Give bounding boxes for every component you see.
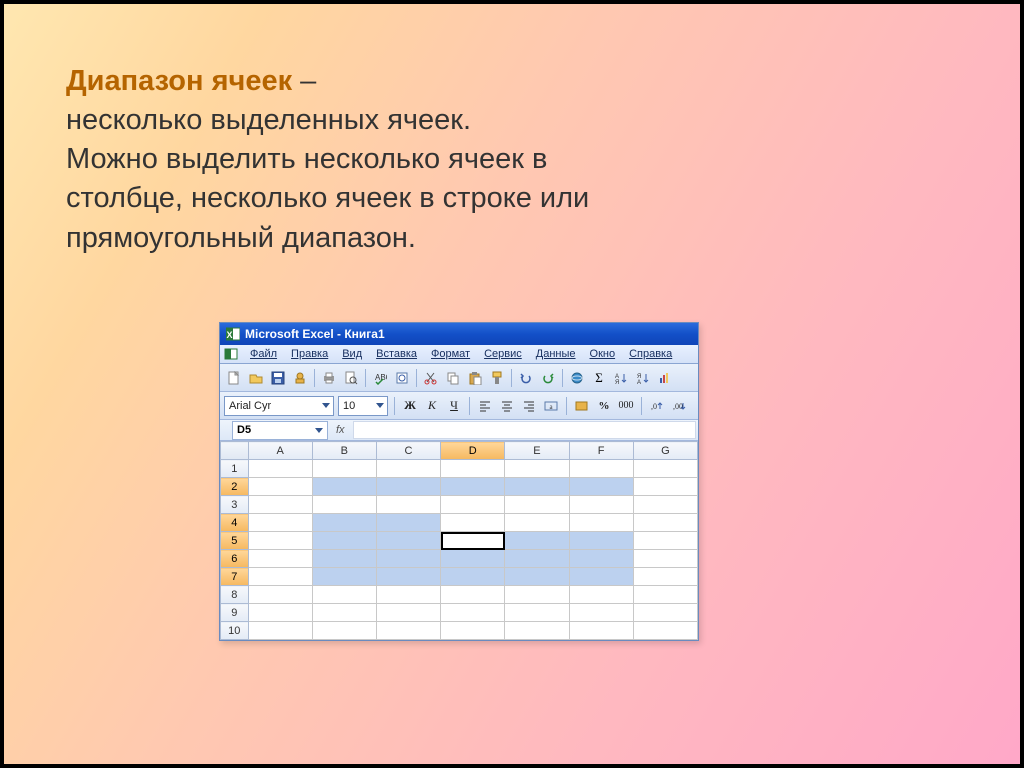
svg-text:X: X xyxy=(226,330,232,340)
save-button[interactable] xyxy=(268,368,288,388)
sort-desc-button[interactable]: ЯA xyxy=(633,368,653,388)
titlebar: X Microsoft Excel - Книга1 xyxy=(220,323,698,345)
separator xyxy=(641,397,642,415)
menu-file[interactable]: Файл xyxy=(244,347,283,361)
currency-button[interactable] xyxy=(573,397,591,415)
separator xyxy=(562,369,563,387)
comma-style-button[interactable]: 000 xyxy=(617,397,635,415)
italic-button[interactable]: К xyxy=(423,397,441,415)
print-button[interactable] xyxy=(319,368,339,388)
row-header-2[interactable]: 2 xyxy=(221,478,249,496)
percent-button[interactable]: % xyxy=(595,397,613,415)
bold-button[interactable]: Ж xyxy=(401,397,419,415)
decrease-decimal-button[interactable]: ,00 xyxy=(670,397,688,415)
menu-insert[interactable]: Вставка xyxy=(370,347,423,361)
row-header-10[interactable]: 10 xyxy=(221,622,249,640)
fx-icon[interactable]: fx xyxy=(330,424,351,436)
undo-button[interactable] xyxy=(516,368,536,388)
separator xyxy=(416,369,417,387)
autosum-button[interactable]: Σ xyxy=(589,368,609,388)
permissions-button[interactable] xyxy=(290,368,310,388)
row-header-3[interactable]: 3 xyxy=(221,496,249,514)
active-cell[interactable] xyxy=(441,532,505,550)
col-header-C[interactable]: C xyxy=(376,442,440,460)
row-header-8[interactable]: 8 xyxy=(221,586,249,604)
col-header-B[interactable]: B xyxy=(312,442,376,460)
format-painter-button[interactable] xyxy=(487,368,507,388)
redo-button[interactable] xyxy=(538,368,558,388)
separator xyxy=(394,397,395,415)
name-box[interactable]: D5 xyxy=(232,421,328,440)
formula-bar[interactable] xyxy=(353,421,696,439)
sort-asc-button[interactable]: AЯ xyxy=(611,368,631,388)
paste-button[interactable] xyxy=(465,368,485,388)
separator xyxy=(566,397,567,415)
term: Диапазон ячеек xyxy=(66,65,292,97)
spell-check-button[interactable]: ABC xyxy=(370,368,390,388)
col-header-E[interactable]: E xyxy=(505,442,569,460)
workbook-icon xyxy=(224,347,238,361)
col-header-A[interactable]: A xyxy=(248,442,312,460)
increase-decimal-button[interactable]: ,0 xyxy=(648,397,666,415)
col-header-D[interactable]: D xyxy=(441,442,505,460)
select-all-corner[interactable] xyxy=(221,442,249,460)
excel-icon: X xyxy=(226,327,240,341)
svg-text:,00: ,00 xyxy=(673,402,683,411)
definition-text: Диапазон ячеек – несколько выделенных яч… xyxy=(66,62,886,258)
row-header-4[interactable]: 4 xyxy=(221,514,249,532)
col-header-F[interactable]: F xyxy=(569,442,633,460)
underline-button[interactable]: Ч xyxy=(445,397,463,415)
menu-view[interactable]: Вид xyxy=(336,347,368,361)
separator xyxy=(365,369,366,387)
align-left-button[interactable] xyxy=(476,397,494,415)
menu-tools[interactable]: Сервис xyxy=(478,347,528,361)
menu-window[interactable]: Окно xyxy=(584,347,622,361)
slide: Диапазон ячеек – несколько выделенных яч… xyxy=(0,0,1024,768)
menubar: Файл Правка Вид Вставка Формат Сервис Да… xyxy=(220,345,698,364)
new-button[interactable] xyxy=(224,368,244,388)
col-header-G[interactable]: G xyxy=(633,442,697,460)
standard-toolbar: ABC Σ AЯ ЯA xyxy=(220,364,698,392)
research-button[interactable] xyxy=(392,368,412,388)
menu-help[interactable]: Справка xyxy=(623,347,678,361)
chart-wizard-button[interactable] xyxy=(655,368,675,388)
row-header-7[interactable]: 7 xyxy=(221,568,249,586)
separator xyxy=(469,397,470,415)
hyperlink-button[interactable] xyxy=(567,368,587,388)
menu-format[interactable]: Формат xyxy=(425,347,476,361)
menu-data[interactable]: Данные xyxy=(530,347,582,361)
menu-edit[interactable]: Правка xyxy=(285,347,334,361)
print-preview-button[interactable] xyxy=(341,368,361,388)
svg-text:,0: ,0 xyxy=(651,402,657,411)
window-title: Microsoft Excel - Книга1 xyxy=(245,327,385,341)
separator xyxy=(314,369,315,387)
row-header-1[interactable]: 1 xyxy=(221,460,249,478)
font-name-selector[interactable]: Arial Cyr xyxy=(224,396,334,416)
row-header-9[interactable]: 9 xyxy=(221,604,249,622)
separator xyxy=(511,369,512,387)
svg-text:Я: Я xyxy=(615,380,619,385)
worksheet-grid[interactable]: A B C D E F G 1 2 3 4 5 6 7 8 9 10 xyxy=(220,441,698,640)
merge-center-button[interactable]: a xyxy=(542,397,560,415)
font-size-selector[interactable]: 10 xyxy=(338,396,388,416)
svg-text:A: A xyxy=(637,380,641,385)
formatting-toolbar: Arial Cyr 10 Ж К Ч a % 000 ,0 ,00 xyxy=(220,392,698,420)
row-header-6[interactable]: 6 xyxy=(221,550,249,568)
align-right-button[interactable] xyxy=(520,397,538,415)
copy-button[interactable] xyxy=(443,368,463,388)
cut-button[interactable] xyxy=(421,368,441,388)
open-button[interactable] xyxy=(246,368,266,388)
row-header-5[interactable]: 5 xyxy=(221,532,249,550)
align-center-button[interactable] xyxy=(498,397,516,415)
formula-bar-row: D5 fx xyxy=(220,420,698,441)
excel-window: X Microsoft Excel - Книга1 Файл Правка В… xyxy=(219,322,699,641)
